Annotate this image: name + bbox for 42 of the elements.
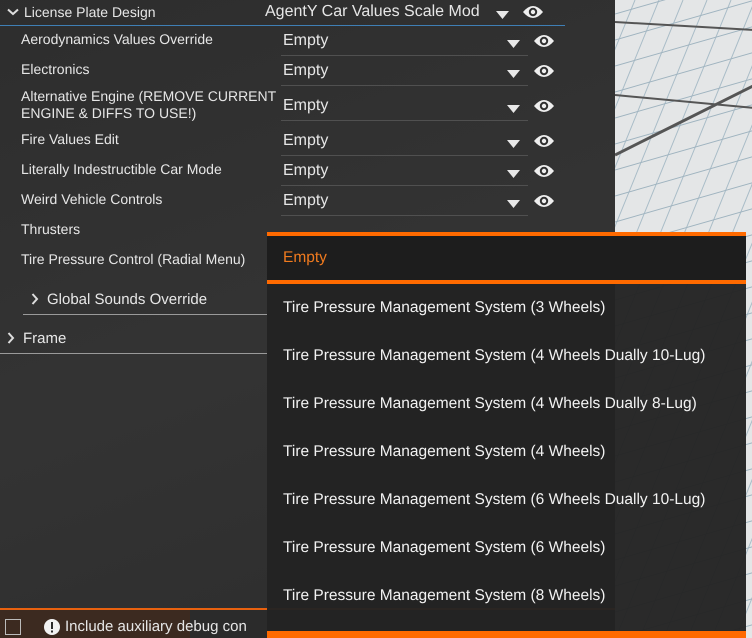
caret-icon	[507, 200, 520, 208]
dropdown-field[interactable]: Empty	[281, 126, 528, 156]
eye-icon	[533, 63, 555, 79]
dropdown-field[interactable]: Empty	[281, 92, 528, 120]
caret-icon	[507, 140, 520, 148]
eye-icon	[533, 133, 555, 149]
setting-label: Alternative Engine (REMOVE CURRENT ENGINE & DIFFS TO USE!)	[21, 88, 277, 122]
eye-icon	[522, 4, 544, 20]
menu-option[interactable]: Tire Pressure Management System (4 Wheels Dually 8-Lug)	[267, 380, 746, 428]
caret-icon	[496, 11, 509, 19]
setting-label: Thrusters	[21, 221, 82, 238]
menu-option[interactable]: Tire Pressure Management System (6 Wheels Dually 10-Lug)	[267, 476, 746, 524]
caret-icon	[507, 170, 520, 178]
menu-option[interactable]: Tire Pressure Management System (3 Wheels)	[267, 284, 746, 332]
setting-label: Electronics	[21, 61, 90, 78]
dropdown-field[interactable]: Empty	[281, 56, 528, 86]
menu-option[interactable]: Tire Pressure Management System (4 Wheels)	[267, 428, 746, 476]
menu-option[interactable]: Tire Pressure Management System (4 Wheels Dually 10-Lug)	[267, 332, 746, 380]
menu-option[interactable]: Tire Pressure Management System (6 Wheels)	[267, 524, 746, 572]
caret-icon	[507, 104, 520, 112]
setting-label: Fire Values Edit	[21, 131, 120, 148]
menu-option[interactable]: Tire Pressure Management System (8 Wheels)	[267, 572, 746, 620]
warning-icon	[44, 619, 60, 635]
dropdown-field[interactable]: Empty	[281, 156, 528, 186]
group-header[interactable]: Frame	[0, 323, 267, 354]
section-title[interactable]: License Plate Design	[24, 4, 156, 20]
dropdown-field[interactable]: Empty	[281, 26, 528, 56]
checkbox[interactable]	[5, 619, 21, 635]
eye-icon	[533, 163, 555, 179]
dropdown-field[interactable]: Empty	[281, 186, 528, 216]
caret-icon	[507, 40, 520, 48]
setting-label: Tire Pressure Control (Radial Menu)	[21, 251, 246, 268]
eye-icon	[533, 193, 555, 209]
setting-label: Literally Indestructible Car Mode	[21, 161, 223, 178]
setting-label: Weird Vehicle Controls	[21, 191, 164, 208]
setting-label: Aerodynamics Values Override	[21, 31, 214, 48]
caret-icon	[507, 70, 520, 78]
menu-option[interactable]: Empty	[267, 232, 746, 284]
eye-icon	[533, 98, 555, 114]
checkbox-label: Include auxiliary debug con	[65, 618, 247, 636]
eye-icon	[533, 33, 555, 49]
dropdown-field[interactable]: AgentY Car Values Scale Mod	[263, 0, 517, 24]
